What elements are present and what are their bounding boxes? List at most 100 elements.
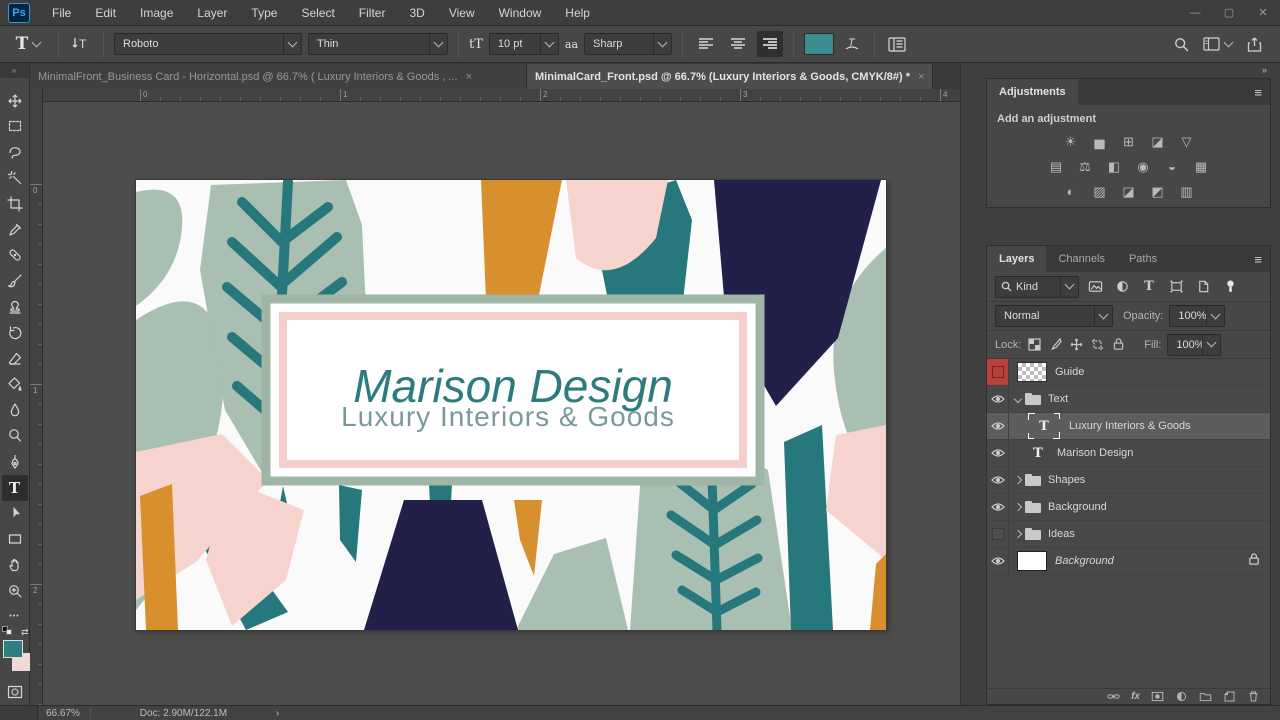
quick-mask-button[interactable] (2, 679, 28, 705)
menu-file[interactable]: File (40, 0, 83, 26)
rectangle-tool[interactable] (2, 526, 28, 552)
black-white-icon[interactable]: ◧ (1105, 158, 1124, 175)
layer-row-shapes-group[interactable]: Shapes (987, 467, 1270, 494)
toggle-panels-button[interactable] (885, 30, 909, 58)
menu-layer[interactable]: Layer (185, 0, 239, 26)
new-adjustment-layer-button[interactable] (1175, 690, 1188, 703)
layer-thumbnail[interactable] (1017, 362, 1047, 382)
tab-close-icon[interactable]: × (466, 71, 472, 83)
delete-layer-button[interactable] (1247, 690, 1260, 703)
visibility-toggle[interactable] (987, 494, 1009, 520)
crop-tool[interactable] (2, 191, 28, 217)
maximize-button[interactable]: ▢ (1212, 0, 1246, 26)
default-colors-icon[interactable] (2, 626, 12, 635)
visibility-toggle[interactable] (987, 467, 1009, 493)
layer-row-ideas-group[interactable]: Ideas (987, 521, 1270, 548)
warp-text-button[interactable]: T (840, 30, 864, 58)
visibility-toggle[interactable] (987, 386, 1009, 412)
move-tool[interactable] (2, 88, 28, 114)
card-subtitle[interactable]: Luxury Interiors & Goods (341, 401, 675, 432)
chevron-down-icon[interactable] (1014, 395, 1022, 403)
search-button[interactable] (1169, 30, 1193, 58)
dodge-tool[interactable] (2, 423, 28, 449)
chevron-right-icon[interactable] (1014, 503, 1022, 511)
gradient-map-icon[interactable]: ▥ (1177, 183, 1196, 200)
font-size-select[interactable]: 10 pt (489, 33, 559, 55)
photo-filter-icon[interactable]: ◉ (1134, 158, 1153, 175)
tab-close-icon[interactable]: × (918, 71, 924, 83)
layer-row-background-group[interactable]: Background (987, 494, 1270, 521)
eyedropper-tool[interactable] (2, 217, 28, 243)
magic-wand-tool[interactable] (2, 165, 28, 191)
hand-tool[interactable] (2, 552, 28, 578)
menu-filter[interactable]: Filter (347, 0, 398, 26)
text-orientation-button[interactable]: T (69, 30, 93, 58)
vertical-ruler[interactable]: 0 1 2 (30, 102, 43, 705)
opacity-select[interactable]: 100% (1169, 305, 1225, 327)
layer-name[interactable]: Marison Design (1057, 447, 1133, 459)
lock-all-icon[interactable] (1111, 337, 1126, 352)
layer-row-background[interactable]: Background (987, 548, 1270, 575)
lock-artboard-icon[interactable] (1090, 337, 1105, 352)
visibility-toggle[interactable] (987, 413, 1009, 439)
menu-view[interactable]: View (437, 0, 487, 26)
curves-icon[interactable]: ⊞ (1119, 133, 1138, 150)
brightness-contrast-icon[interactable]: ☀ (1061, 133, 1080, 150)
healing-brush-tool[interactable] (2, 243, 28, 269)
horizontal-ruler[interactable]: 0 1 2 3 4 (30, 89, 960, 102)
workspace-switcher[interactable] (1203, 30, 1232, 58)
channel-mixer-icon[interactable]: ◒ (1163, 158, 1182, 175)
menu-help[interactable]: Help (553, 0, 602, 26)
selective-color-icon[interactable]: ◩ (1148, 183, 1167, 200)
document-tab-1[interactable]: MinimalFront_Business Card - Horizontal.… (30, 64, 527, 89)
layer-name[interactable]: Background (1048, 501, 1107, 513)
layer-name[interactable]: Luxury Interiors & Goods (1069, 420, 1191, 432)
layer-name[interactable]: Guide (1055, 366, 1084, 378)
guide-visibility-cell[interactable] (987, 359, 1009, 385)
close-button[interactable]: ✕ (1246, 0, 1280, 26)
marquee-tool[interactable] (2, 114, 28, 140)
exposure-icon[interactable]: ◪ (1148, 133, 1167, 150)
vibrance-icon[interactable]: ▽ (1177, 133, 1196, 150)
path-selection-tool[interactable] (2, 501, 28, 527)
text-color-swatch[interactable] (804, 33, 834, 55)
filter-adjustment-layers-button[interactable] (1111, 277, 1133, 297)
layer-name[interactable]: Ideas (1048, 528, 1075, 540)
filter-toggle[interactable] (1219, 277, 1241, 297)
link-layers-button[interactable] (1107, 690, 1120, 703)
tab-layers[interactable]: Layers (987, 246, 1046, 272)
filter-type-layers-button[interactable]: T (1138, 277, 1160, 297)
invert-icon[interactable]: ◐ (1061, 183, 1080, 200)
visibility-toggle[interactable] (987, 440, 1009, 466)
visibility-toggle[interactable] (987, 548, 1009, 574)
lock-position-icon[interactable] (1069, 337, 1084, 352)
filter-shape-layers-button[interactable] (1165, 277, 1187, 297)
panel-menu-icon[interactable]: ≡ (1254, 252, 1262, 267)
layer-row-guide[interactable]: Guide (987, 359, 1270, 386)
document-tab-2[interactable]: MinimalCard_Front.psd @ 66.7% (Luxury In… (527, 64, 933, 89)
filter-kind-select[interactable]: Kind (995, 276, 1079, 298)
new-group-button[interactable] (1199, 690, 1212, 703)
tab-paths[interactable]: Paths (1117, 246, 1169, 272)
clone-stamp-tool[interactable] (2, 294, 28, 320)
blend-mode-select[interactable]: Normal (995, 305, 1113, 327)
menu-3d[interactable]: 3D (397, 0, 436, 26)
font-style-select[interactable]: Thin (308, 33, 448, 55)
align-right-button[interactable] (757, 31, 783, 57)
lock-transparency-icon[interactable] (1027, 337, 1042, 352)
history-brush-tool[interactable] (2, 320, 28, 346)
eraser-tool[interactable] (2, 346, 28, 372)
zoom-level[interactable]: 66.67% (38, 708, 91, 719)
chevron-right-icon[interactable] (1014, 476, 1022, 484)
layer-name[interactable]: Text (1048, 393, 1068, 405)
layer-row-text-group[interactable]: Text (987, 386, 1270, 413)
layer-name[interactable]: Background (1055, 555, 1114, 567)
layer-effects-button[interactable]: fx (1131, 691, 1140, 702)
align-center-button[interactable] (725, 31, 751, 57)
layer-name[interactable]: Shapes (1048, 474, 1085, 486)
tab-channels[interactable]: Channels (1046, 246, 1116, 272)
layer-row-luxury-interiors[interactable]: T Luxury Interiors & Goods (987, 413, 1270, 440)
lock-pixels-icon[interactable] (1048, 337, 1063, 352)
gradient-tool[interactable] (2, 372, 28, 398)
levels-icon[interactable]: ▅ (1090, 133, 1109, 150)
